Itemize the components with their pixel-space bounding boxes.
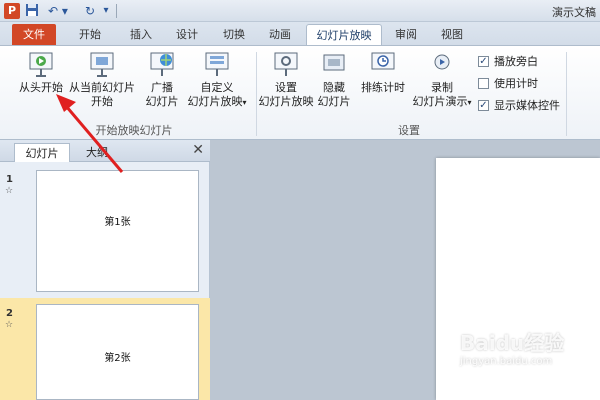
watermark-brand: Baidu经验 bbox=[460, 331, 565, 355]
watermark-url: jingyan.baidu.com bbox=[460, 356, 553, 367]
baidu-watermark: Baidu经验 jingyan.baidu.com bbox=[460, 330, 600, 392]
